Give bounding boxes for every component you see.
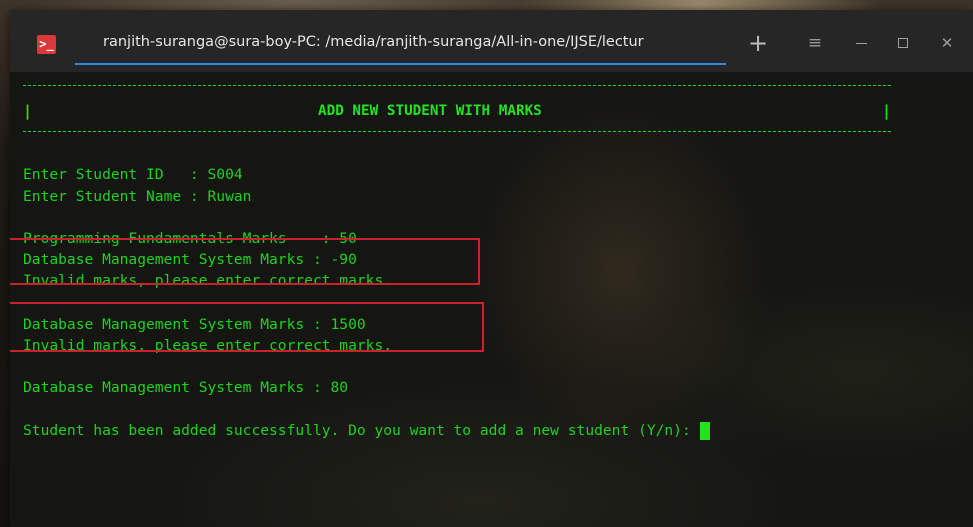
terminal-window: >_ ranjith-suranga@sura-boy-PC: /media/r…: [10, 10, 973, 527]
error-highlight-box: [10, 238, 480, 285]
text-cursor: [699, 422, 710, 440]
hamburger-menu-icon: ≡: [807, 33, 823, 53]
plus-icon: +: [747, 29, 769, 57]
student-name-line: Enter Student Name : Ruwan: [23, 188, 252, 205]
dbms-marks-line: Database Management System Marks : 80: [23, 379, 349, 396]
header-top-rule: [23, 85, 891, 86]
success-prompt-text: Student has been added successfully. Do …: [23, 422, 700, 439]
header-title: ADD NEW STUDENT WITH MARKS: [318, 103, 542, 119]
error-highlight-box: [10, 302, 484, 352]
maximize-icon: [898, 38, 908, 48]
header-left-bar: |: [23, 102, 33, 120]
header-right-bar: |: [882, 102, 892, 120]
minimize-button[interactable]: [846, 30, 876, 56]
terminal-tab[interactable]: ranjith-suranga@sura-boy-PC: /media/ranj…: [75, 30, 726, 68]
student-id-line: Enter Student ID : S004: [23, 166, 243, 183]
header-bottom-rule: [23, 131, 891, 132]
success-prompt-line: Student has been added successfully. Do …: [23, 422, 710, 440]
title-bar: >_ ranjith-suranga@sura-boy-PC: /media/r…: [10, 10, 973, 72]
new-tab-button[interactable]: +: [743, 30, 773, 56]
active-tab-indicator: [75, 63, 726, 65]
menu-button[interactable]: ≡: [800, 30, 830, 56]
terminal-app-icon: >_: [37, 35, 56, 54]
tab-title: ranjith-suranga@sura-boy-PC: /media/ranj…: [103, 34, 644, 50]
minimize-icon: [856, 43, 867, 44]
maximize-button[interactable]: [888, 30, 918, 56]
terminal-output[interactable]: | ADD NEW STUDENT WITH MARKS | Enter Stu…: [10, 72, 973, 527]
close-icon: ✕: [940, 34, 954, 52]
close-button[interactable]: ✕: [932, 30, 962, 56]
